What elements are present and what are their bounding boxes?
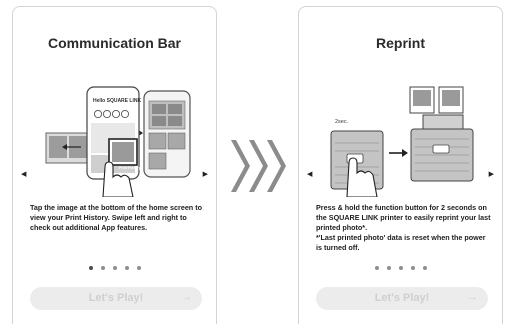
card-title: Communication Bar — [47, 35, 181, 51]
page-dot-5[interactable] — [136, 266, 141, 270]
hold-duration-label: 2sec. — [335, 119, 349, 125]
description: Tap the image at the bottom of the home … — [30, 203, 205, 233]
reprint-card: Reprint ◀ ▶ 2sec. Press & hold the funct… — [298, 6, 503, 324]
page-dot-1[interactable] — [374, 266, 379, 270]
page-dot-4[interactable] — [124, 266, 129, 270]
page-dot-5[interactable] — [422, 266, 427, 270]
description-note: *'Last printed photo' data is reset when… — [316, 233, 486, 252]
page-dot-3[interactable] — [398, 266, 403, 270]
lets-play-label: Let's Play! — [374, 292, 430, 304]
phone-greeting-text: Hello SQUARE LINK — [93, 98, 141, 104]
chevrons-right-icon — [231, 140, 286, 192]
page-dot-1[interactable] — [88, 266, 93, 270]
description: Press & hold the function button for 2 s… — [316, 203, 491, 253]
lets-play-label: Let's Play! — [88, 292, 144, 304]
description-text: Tap the image at the bottom of the home … — [30, 203, 202, 232]
reprint-illustration: 2sec. — [330, 86, 474, 197]
page-dot-4[interactable] — [410, 266, 415, 270]
print-history-tag: Print History — [119, 166, 141, 170]
page-indicator — [299, 266, 502, 270]
page-indicator — [13, 266, 216, 270]
communication-bar-card: Communication Bar ◀ ▶ Hello SQUARE LINK — [12, 6, 217, 324]
card-title: Reprint — [376, 35, 425, 51]
page-dot-2[interactable] — [100, 266, 105, 270]
arrow-right-icon: → — [467, 291, 478, 303]
lets-play-button[interactable]: Let's Play! → — [30, 287, 202, 310]
page-dot-3[interactable] — [112, 266, 117, 270]
lets-play-button[interactable]: Let's Play! → — [316, 287, 488, 310]
arrow-right-icon: → — [181, 291, 192, 303]
description-text: Press & hold the function button for 2 s… — [316, 203, 491, 232]
page-dot-2[interactable] — [386, 266, 391, 270]
communication-bar-illustration: Hello SQUARE LINK Print History — [45, 86, 191, 197]
